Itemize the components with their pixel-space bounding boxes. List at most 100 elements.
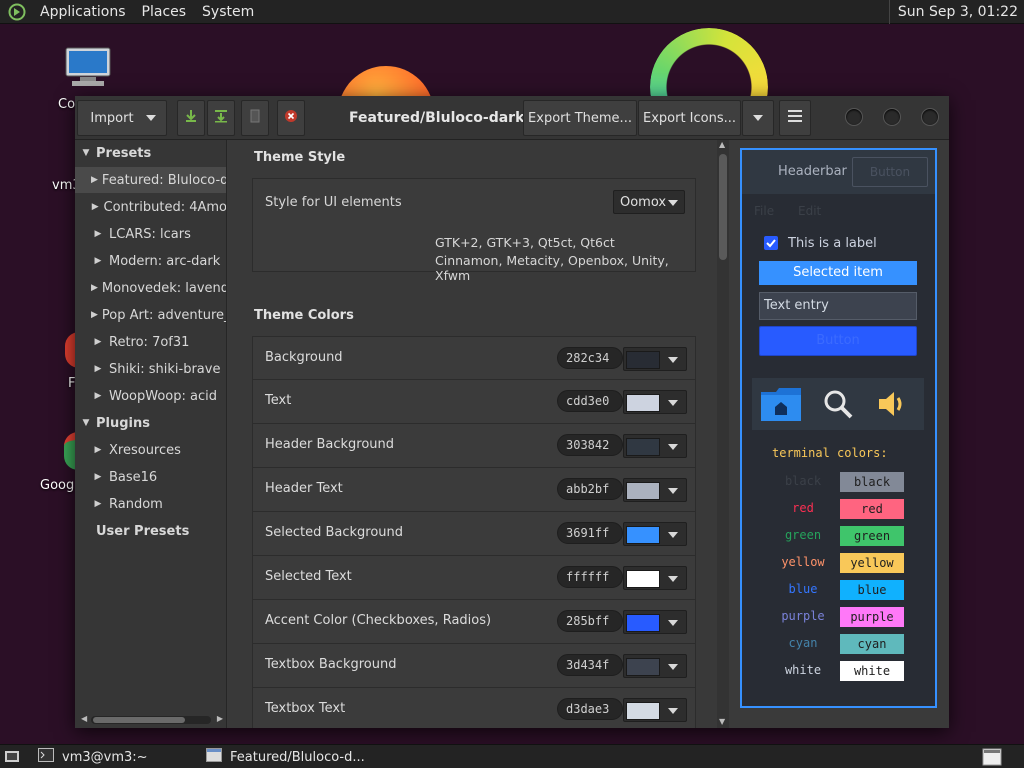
color-picker-button[interactable]: [623, 347, 687, 371]
taskbar-item-terminal[interactable]: vm3@vm3:~: [38, 745, 148, 768]
tree-plugins-header[interactable]: ▼ Plugins: [75, 410, 226, 436]
maximize-button[interactable]: [883, 108, 901, 126]
collapsed-arrow-icon: ▶: [94, 229, 102, 239]
color-swatch: [626, 526, 660, 544]
style-dropdown[interactable]: Oomox: [613, 190, 685, 214]
color-hex-input[interactable]: 285bff: [557, 610, 623, 632]
tree-item-label: Monovedek: lavend: [101, 280, 227, 296]
tree-plugin-item[interactable]: ▶ Base16: [75, 464, 226, 490]
terminal-color-bright: green: [840, 526, 904, 546]
tree-preset-item[interactable]: ▶ WoopWoop: acid: [75, 383, 226, 409]
collapsed-arrow-icon: ▶: [94, 499, 102, 509]
scroll-thumb[interactable]: [719, 154, 727, 260]
terminal-color-bright: yellow: [840, 553, 904, 573]
color-picker-button[interactable]: [623, 698, 687, 722]
menu-places[interactable]: Places: [134, 4, 195, 20]
preview-menu-file[interactable]: File: [754, 204, 774, 218]
preview-selected-item[interactable]: Selected item: [759, 261, 917, 285]
chevron-down-icon: [668, 708, 678, 714]
color-picker-button[interactable]: [623, 522, 687, 546]
options-vertical-scrollbar[interactable]: ▲ ▼: [717, 140, 729, 728]
taskbar-item-oomox[interactable]: Featured/Bluloco-d...: [206, 745, 365, 768]
preview-button[interactable]: Button: [759, 326, 917, 356]
color-picker-button[interactable]: [623, 566, 687, 590]
preview-icons-box: [752, 378, 924, 430]
tree-plugin-item[interactable]: ▶ Xresources: [75, 437, 226, 463]
color-picker-button[interactable]: [623, 390, 687, 414]
export-icons-button[interactable]: Export Icons...: [638, 100, 741, 136]
terminal-color-row: black black: [742, 472, 935, 492]
color-hex-input[interactable]: 282c34: [557, 347, 623, 369]
tree-header-label: Presets: [96, 145, 152, 161]
export-more-button[interactable]: [742, 100, 774, 136]
menu-applications[interactable]: Applications: [32, 4, 134, 20]
color-swatch: [626, 394, 660, 412]
color-hex-input[interactable]: ffffff: [557, 566, 623, 588]
tree-preset-item[interactable]: ▶ LCARS: lcars: [75, 221, 226, 247]
color-hex-input[interactable]: 3691ff: [557, 522, 623, 544]
tree-header-label: Plugins: [96, 415, 150, 431]
tree-preset-item[interactable]: ▶ Modern: arc-dark: [75, 248, 226, 274]
close-button[interactable]: [921, 108, 939, 126]
tree-preset-item[interactable]: ▶ Shiki: shiki-brave: [75, 356, 226, 382]
color-picker-button[interactable]: [623, 434, 687, 458]
panel-clock[interactable]: Sun Sep 3, 01:22: [888, 0, 1024, 24]
tree-preset-item[interactable]: ▶ Monovedek: lavend: [75, 275, 227, 301]
preview-checkbox[interactable]: [764, 236, 778, 250]
color-hex-input[interactable]: abb2bf: [557, 478, 623, 500]
import-menu-button[interactable]: Import: [77, 100, 167, 136]
window-icon: [206, 748, 222, 766]
preview-checkbox-label: This is a label: [788, 236, 877, 251]
style-box: Style for UI elements Oomox GTK+2, GTK+3…: [252, 178, 696, 283]
hamburger-menu-button[interactable]: [779, 100, 811, 136]
color-picker-button[interactable]: [623, 610, 687, 634]
tree-item-label: Featured: Bluloco-dark: [101, 172, 227, 188]
tree-preset-item[interactable]: ▶Featured: Bluloco-dark: [75, 167, 227, 193]
color-hex-input[interactable]: 3d434f: [557, 654, 623, 676]
color-option-row: Text cdd3e0: [252, 380, 696, 424]
show-desktop-icon[interactable]: [4, 745, 20, 768]
chevron-down-icon: [668, 488, 678, 494]
taskbar-item-label: Featured/Bluloco-d...: [230, 749, 365, 765]
color-hex-input[interactable]: d3dae3: [557, 698, 623, 720]
color-picker-button[interactable]: [623, 478, 687, 502]
save-button[interactable]: [177, 100, 205, 136]
color-swatch: [626, 482, 660, 500]
terminal-color-normal: cyan: [788, 636, 818, 650]
tree-preset-item[interactable]: ▶ Contributed: 4Amo: [75, 194, 226, 220]
desktop-icon-label: Goog: [40, 478, 75, 493]
preview-headerbar: Headerbar Button: [742, 150, 935, 194]
preview-headerbar-button[interactable]: Button: [852, 157, 928, 187]
tree-plugin-item[interactable]: ▶ Random: [75, 491, 226, 517]
terminal-color-bright: white: [840, 661, 904, 681]
rename-button[interactable]: [241, 100, 269, 136]
scroll-thumb[interactable]: [93, 717, 185, 723]
color-swatch: [626, 438, 660, 456]
menu-system[interactable]: System: [194, 4, 262, 20]
tree-preset-item[interactable]: ▶ Pop Art: adventure_: [75, 302, 226, 328]
computer-desktop-icon[interactable]: [64, 46, 112, 86]
style-targets-line2: Cinnamon, Metacity, Openbox, Unity, Xfwm: [435, 253, 669, 283]
terminal-color-row: green green: [742, 526, 935, 546]
color-hex-input[interactable]: 303842: [557, 434, 623, 456]
style-dropdown-value: Oomox: [620, 195, 667, 210]
minimize-button[interactable]: [845, 108, 863, 126]
scroll-up-icon: ▲: [719, 140, 726, 149]
tree-user-presets[interactable]: User Presets: [75, 518, 226, 544]
chevron-down-icon: [668, 400, 678, 406]
tree-presets-header[interactable]: ▼ Presets: [75, 140, 226, 166]
remove-button[interactable]: [277, 100, 305, 136]
theme-colors-title: Theme Colors: [254, 308, 354, 323]
color-hex-input[interactable]: cdd3e0: [557, 390, 623, 412]
preview-text-entry[interactable]: Text entry: [759, 292, 917, 320]
tree-preset-item[interactable]: ▶ Retro: 7of31: [75, 329, 226, 355]
save-as-button[interactable]: [207, 100, 235, 136]
chevron-down-icon: [668, 532, 678, 538]
color-picker-button[interactable]: [623, 654, 687, 678]
color-option-label: Textbox Background: [265, 657, 397, 672]
sidebar-horizontal-scrollbar[interactable]: ◀ ▶: [81, 714, 223, 724]
preview-menu-edit[interactable]: Edit: [798, 204, 821, 218]
distro-logo-icon[interactable]: [6, 1, 28, 23]
workspace-switcher-icon[interactable]: [982, 745, 1002, 768]
export-theme-button[interactable]: Export Theme...: [523, 100, 637, 136]
